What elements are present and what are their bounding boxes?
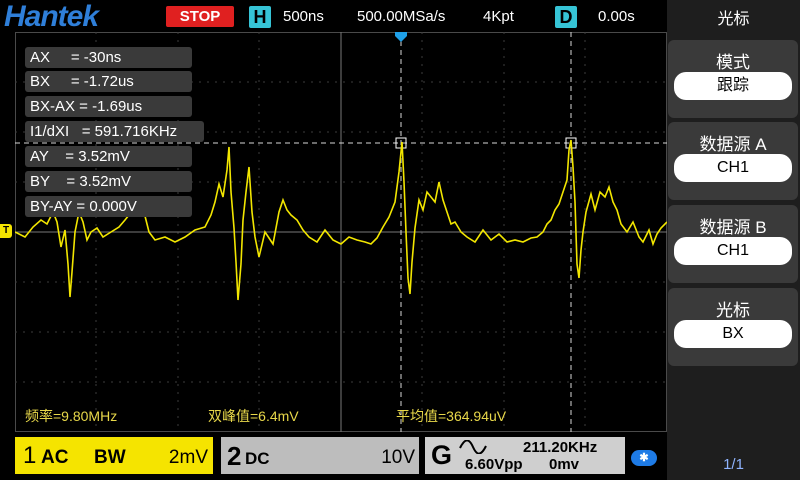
sample-rate: 500.00MSa/s (357, 8, 446, 25)
menu-source-b[interactable]: 数据源 B CH1 (668, 205, 798, 283)
timebase-value: 500ns (283, 8, 324, 25)
readout-ax: AX = -30ns (25, 47, 192, 68)
waveform-display[interactable] (15, 32, 667, 432)
generator-amplitude: 6.60Vpp (465, 456, 523, 473)
menu-mode[interactable]: 模式 跟踪 (668, 40, 798, 118)
trigger-position-marker (395, 32, 407, 42)
menu-cursor-value[interactable]: BX (674, 320, 792, 348)
menu-source-b-label: 数据源 B (699, 218, 767, 237)
measurement-peak-to-peak: 双峰值=6.4mV (208, 408, 299, 424)
ch1-bw-limit: BW (94, 447, 126, 468)
sine-wave-icon (459, 440, 487, 454)
menu-mode-value[interactable]: 跟踪 (674, 72, 792, 100)
readout-ay: AY = 3.52mV (25, 146, 192, 167)
readout-bx-ax: BX-AX = -1.69us (25, 96, 192, 117)
ch1-scale: 2mV (168, 447, 208, 468)
graticule (15, 32, 667, 432)
menu-source-b-value[interactable]: CH1 (674, 237, 792, 265)
run-stop-indicator[interactable]: STOP (166, 6, 234, 27)
ch2-status[interactable]: 2 DC 10V (221, 437, 419, 474)
bluetooth-icon: ✱ (631, 450, 657, 466)
delay-tag: D (555, 6, 577, 28)
top-status-bar: Hantek STOP H 500ns 500.00MSa/s 4Kpt D 0… (0, 0, 667, 33)
measurement-mean: 平均值=364.94uV (396, 408, 507, 424)
readout-inverse-dx: I1/dXI = 591.716KHz (25, 121, 204, 142)
generator-frequency: 211.20KHz (523, 439, 598, 456)
memory-depth: 4Kpt (483, 8, 514, 25)
menu-source-a-value[interactable]: CH1 (674, 154, 792, 182)
menu-mode-label: 模式 (716, 53, 750, 72)
menu-page-indicator: 1/1 (723, 456, 744, 473)
timebase-tag: H (249, 6, 271, 28)
generator-label: G (431, 440, 453, 470)
ch1-status[interactable]: 1 AC BW 2mV (15, 437, 213, 474)
readout-by: BY = 3.52mV (25, 171, 192, 192)
ch2-number: 2 (227, 441, 242, 471)
readout-by-ay: BY-AY = 0.000V (25, 196, 192, 217)
ch1-number: 1 (23, 442, 37, 469)
menu-source-a[interactable]: 数据源 A CH1 (668, 122, 798, 200)
readout-bx: BX = -1.72us (25, 71, 192, 92)
menu-cursor[interactable]: 光标 BX (668, 288, 798, 366)
measurement-frequency: 频率=9.80MHz (25, 408, 118, 424)
trigger-level-marker[interactable]: T (0, 224, 12, 238)
delay-value: 0.00s (598, 8, 635, 25)
menu-cursor-label: 光标 (716, 301, 750, 320)
brand-logo: Hantek (4, 0, 99, 33)
menu-title: 光标 (717, 11, 750, 28)
ch1-coupling: AC (41, 447, 69, 468)
menu-source-a-label: 数据源 A (699, 135, 767, 154)
generator-status[interactable]: G 211.20KHz 6.60Vpp 0mv (425, 437, 625, 474)
generator-offset: 0mv (549, 456, 580, 473)
ch2-scale: 10V (381, 447, 415, 468)
ch2-coupling: DC (245, 449, 270, 468)
